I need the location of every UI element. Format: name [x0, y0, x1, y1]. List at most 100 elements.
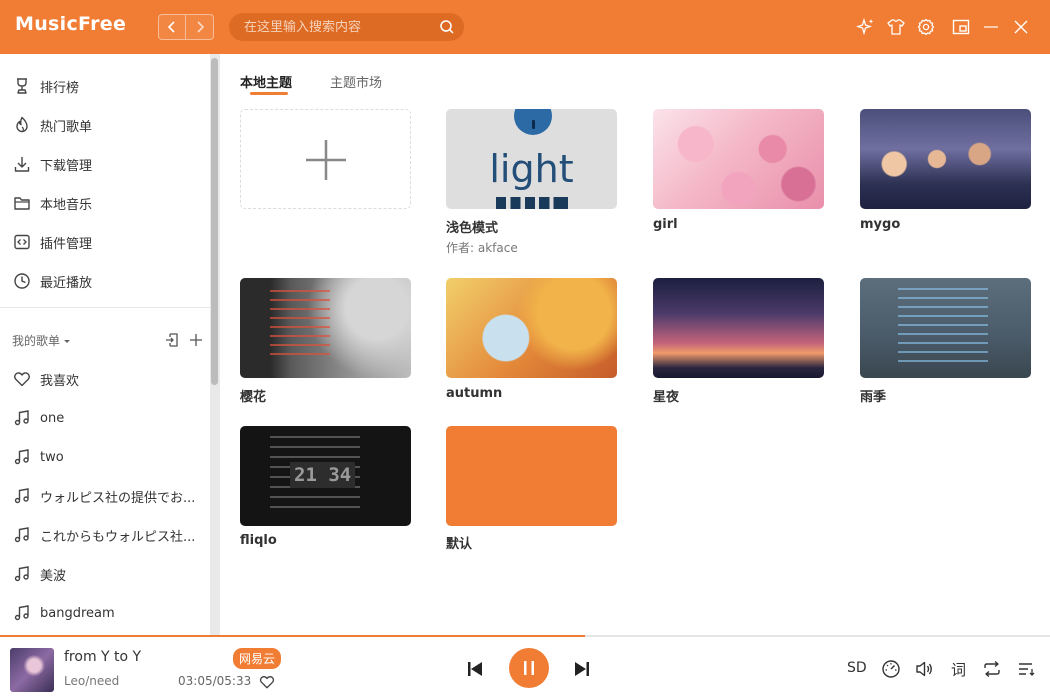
heart-icon[interactable] — [259, 674, 275, 690]
clock-icon — [14, 273, 30, 289]
repeat-icon — [984, 660, 1000, 678]
playlist-item[interactable]: two — [13, 443, 64, 471]
download-icon — [14, 157, 30, 172]
minimize-icon[interactable] — [980, 16, 1002, 38]
platform-badge: 网易云 — [233, 648, 282, 669]
sidebar-item-hot-playlists[interactable]: 热门歌单 — [13, 111, 92, 139]
theme-preview-sakura[interactable] — [240, 278, 411, 378]
clock-preview: 21 34 — [290, 462, 356, 488]
search-input[interactable] — [244, 19, 434, 35]
player-bar: from Y to Y Leo/need 网易云 03:05/05:33 SD … — [0, 637, 1050, 700]
skip-next-icon — [575, 662, 589, 676]
theme-preview-autumn[interactable] — [446, 278, 617, 378]
theme-preview-fliqlo[interactable]: 21 34 — [240, 426, 411, 526]
sound-effects-button[interactable] — [880, 658, 902, 680]
dashboard-gauge-icon — [882, 660, 900, 678]
repeat-mode-button[interactable] — [981, 658, 1003, 680]
theme-preview-rainy-season[interactable] — [860, 278, 1031, 378]
add-theme-card[interactable] — [240, 109, 411, 209]
heart-icon — [14, 372, 30, 387]
search-box[interactable] — [229, 13, 464, 41]
sidebar-item-label: 下载管理 — [40, 158, 93, 174]
theme-name: 樱花 — [240, 390, 267, 405]
sidebar-item-plugins[interactable]: 插件管理 — [13, 228, 92, 256]
album-cover[interactable] — [10, 648, 54, 692]
playlist-item[interactable]: ウォルピス社の提供でお... — [13, 482, 195, 510]
preview-logo-text: light — [489, 147, 574, 191]
sidebar: 排行榜 热门歌单 下载管理 本地音乐 插件管理 最近播放 我的歌单 我喜欢 on… — [0, 54, 220, 636]
theme-name: autumn — [446, 386, 503, 401]
theme-name: 浅色模式 — [446, 221, 499, 236]
title-bar: MusicFree — [0, 0, 1050, 54]
sidebar-item-label: 最近播放 — [40, 275, 93, 291]
info-badge — [514, 109, 552, 135]
theme-name: 默认 — [446, 537, 473, 552]
search-icon[interactable] — [439, 19, 455, 35]
theme-preview-girl[interactable] — [653, 109, 824, 209]
playlist-label: 美波 — [40, 568, 67, 584]
import-icon[interactable] — [164, 332, 180, 348]
my-playlists-header[interactable]: 我的歌单 — [12, 332, 72, 349]
playlist-queue-button[interactable] — [1015, 658, 1037, 680]
playlist-label: 我喜欢 — [40, 373, 80, 389]
theme-preview-default[interactable] — [446, 426, 617, 526]
forward-button[interactable] — [186, 14, 214, 40]
add-playlist-icon[interactable] — [188, 332, 204, 348]
playlist-item-favorites[interactable]: 我喜欢 — [13, 365, 79, 393]
next-button[interactable] — [572, 659, 592, 679]
sidebar-item-downloads[interactable]: 下载管理 — [13, 150, 92, 178]
song-title[interactable]: from Y to Y — [64, 649, 141, 665]
active-tab-indicator — [250, 92, 288, 95]
back-button[interactable] — [158, 14, 186, 40]
sidebar-item-recent[interactable]: 最近播放 — [13, 267, 92, 295]
lyrics-button[interactable]: 词 — [951, 659, 966, 680]
plugin-icon — [14, 234, 30, 250]
pause-button[interactable] — [509, 648, 549, 688]
mini-mode-icon[interactable] — [950, 16, 972, 38]
playlist-label: これからもウォルピス社... — [40, 529, 196, 545]
close-icon[interactable] — [1010, 16, 1032, 38]
theme-name: girl — [653, 217, 678, 232]
folder-icon — [14, 197, 30, 210]
sidebar-item-label: 热门歌单 — [40, 119, 93, 135]
chevron-right-icon — [196, 21, 204, 33]
theme-preview-light[interactable]: light — [446, 109, 617, 209]
caret-down-icon — [64, 339, 71, 343]
theme-name: mygo — [860, 217, 901, 232]
playlist-item[interactable]: これからもウォルピス社... — [13, 521, 195, 549]
theme-shirt-icon[interactable] — [885, 16, 907, 38]
sidebar-divider — [0, 307, 210, 308]
theme-page: 本地主题 主题市场 light 浅色模式 作者: akface girl myg… — [220, 54, 1050, 636]
playlist-label: ウォルピス社の提供でお... — [40, 490, 196, 506]
sidebar-item-label: 插件管理 — [40, 236, 93, 252]
sidebar-scrollbar-thumb[interactable] — [211, 58, 218, 385]
previous-button[interactable] — [465, 659, 485, 679]
tab-local-themes[interactable]: 本地主题 — [240, 72, 292, 91]
playlist-item[interactable]: one — [13, 404, 64, 432]
plus-icon — [306, 140, 346, 180]
chevron-left-icon — [167, 21, 175, 33]
playlist-label: bangdream — [40, 605, 115, 621]
music-note-icon — [14, 449, 29, 465]
playlist-item[interactable]: 美波 — [13, 560, 66, 588]
music-note-icon — [14, 410, 29, 426]
playlist-label: one — [40, 410, 65, 426]
sidebar-item-label: 排行榜 — [40, 80, 80, 96]
theme-preview-mygo[interactable] — [860, 109, 1031, 209]
quality-button[interactable]: SD — [847, 660, 867, 676]
app-logo: MusicFree — [15, 13, 127, 35]
volume-button[interactable] — [913, 658, 935, 680]
sidebar-item-local-music[interactable]: 本地音乐 — [13, 189, 92, 217]
gear-icon[interactable] — [915, 16, 937, 38]
sidebar-item-ranking[interactable]: 排行榜 — [13, 72, 79, 100]
playback-time: 03:05/05:33 — [178, 674, 252, 688]
playlist-item[interactable]: bangdream — [13, 599, 115, 627]
song-artist[interactable]: Leo/need — [64, 674, 119, 688]
theme-preview-starry-night[interactable] — [653, 278, 824, 378]
section-label: 我的歌单 — [12, 334, 61, 348]
music-note-icon — [14, 566, 29, 582]
fire-icon — [16, 116, 28, 133]
sparkle-icon[interactable] — [855, 16, 877, 38]
playlist-label: two — [40, 449, 64, 465]
tab-theme-market[interactable]: 主题市场 — [330, 72, 382, 91]
